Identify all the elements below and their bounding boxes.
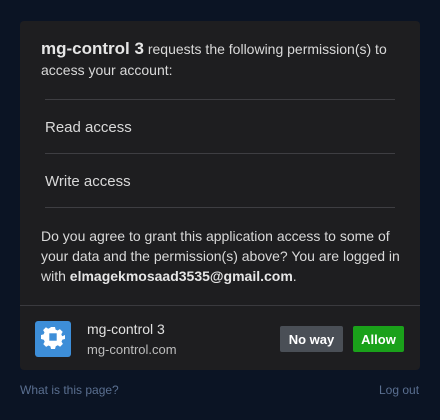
permission-write: Write access: [45, 173, 131, 190]
logout-link[interactable]: Log out: [379, 383, 419, 397]
user-email: elmagekmosaad3535@gmail.com: [69, 268, 293, 284]
permission-read: Read access: [45, 119, 132, 136]
app-logo: [35, 321, 71, 357]
footer-app-name: mg-control 3: [87, 321, 165, 337]
consent-text: Do you agree to grant this application a…: [41, 226, 401, 286]
authorization-card: mg-control 3 requests the following perm…: [20, 21, 420, 370]
divider: [45, 207, 395, 208]
help-link[interactable]: What is this page?: [20, 383, 119, 397]
deny-button[interactable]: No way: [280, 326, 343, 352]
requesting-app-name: mg-control 3: [41, 39, 144, 58]
footer-divider: [20, 305, 420, 306]
permission-request-header: mg-control 3 requests the following perm…: [41, 38, 401, 81]
allow-button[interactable]: Allow: [353, 326, 404, 352]
gear-icon: [41, 325, 65, 354]
consent-period: .: [292, 268, 297, 284]
app-domain: mg-control.com: [87, 342, 177, 357]
divider: [45, 153, 395, 154]
divider: [45, 99, 395, 100]
